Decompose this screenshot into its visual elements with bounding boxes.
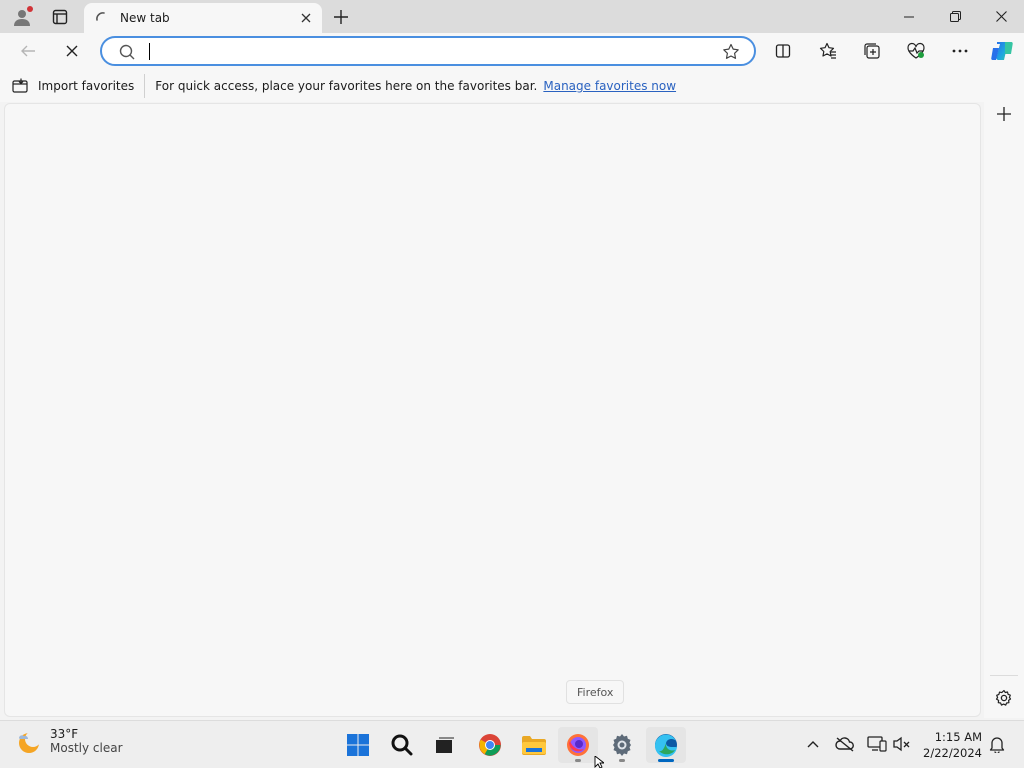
notification-dot [27,6,33,12]
arrow-left-icon [21,45,35,57]
moon-weather-icon [19,731,41,753]
plus-icon [997,107,1011,121]
task-view-icon [436,737,454,753]
more-dots-icon [952,49,968,53]
active-indicator [658,759,674,762]
clock-date: 2/22/2024 [923,746,982,760]
firefox-icon [567,734,589,756]
volume-tray-button[interactable] [890,731,916,757]
search-icon [391,734,413,756]
tab-new-tab[interactable]: New tab [84,3,322,33]
manage-favorites-link[interactable]: Manage favorites now [543,79,676,93]
chevron-up-icon [807,741,819,748]
sidebar-add-button[interactable] [988,100,1020,128]
copilot-button[interactable] [986,35,1018,67]
page-content [4,103,981,717]
back-button[interactable] [12,35,44,67]
profile-button[interactable] [6,0,38,33]
taskbar-edge[interactable] [646,727,686,763]
running-indicator [619,759,625,762]
sidebar-settings-button[interactable] [988,684,1020,712]
start-button[interactable] [338,727,378,763]
taskbar-settings[interactable] [602,727,642,763]
folder-icon [522,736,546,755]
restore-button[interactable] [932,0,978,33]
edge-icon [654,734,677,757]
favorites-button[interactable] [812,35,844,67]
weather-temp: 33°F [50,727,79,741]
minimize-button[interactable] [886,0,932,33]
import-icon [12,78,28,93]
close-icon [66,45,78,57]
address-bar[interactable] [100,36,756,66]
notifications-button[interactable] [984,731,1010,757]
show-hidden-icons-button[interactable] [800,731,826,757]
plus-icon [334,9,348,24]
loading-spinner-icon [94,10,110,26]
taskbar-firefox[interactable] [558,727,598,763]
search-icon [119,44,135,60]
settings-gear-icon [613,734,631,756]
copilot-icon [991,42,1013,60]
tab-title: New tab [120,11,170,25]
title-bar: New tab [0,0,1024,33]
mouse-cursor-icon [594,756,604,768]
network-icon [867,736,887,752]
taskbar-clock[interactable]: 1:15 AM 2/22/2024 [918,729,982,761]
gear-icon [995,689,1012,706]
text-cursor [149,43,150,60]
speaker-muted-icon [893,736,910,752]
more-options-button[interactable] [944,35,976,67]
close-icon [995,11,1007,22]
split-screen-button[interactable] [767,35,799,67]
import-favorites-button[interactable]: Import favorites [12,74,146,98]
network-tray-button[interactable] [864,731,890,757]
favorites-star-icon [819,42,836,59]
collections-icon [864,43,880,59]
new-tab-button[interactable] [326,0,356,33]
running-indicator [575,759,581,762]
collections-button[interactable] [856,35,888,67]
taskbar-chrome[interactable] [470,727,510,763]
taskbar-file-explorer[interactable] [514,727,554,763]
close-icon [301,13,311,23]
tab-close-button[interactable] [294,6,318,30]
weather-widget[interactable]: 33°F Mostly clear [16,727,123,755]
windows-icon [347,734,369,756]
task-view-button[interactable] [425,727,465,763]
tooltip: Firefox [566,680,625,704]
split-screen-icon [775,44,791,58]
minimize-icon [904,16,914,17]
sidebar-divider [990,675,1018,676]
bell-icon [989,737,1005,753]
tab-actions-icon [52,9,68,24]
toolbar [0,33,1024,70]
favorites-bar-message: For quick access, place your favorites h… [155,79,538,93]
performance-button[interactable] [900,35,932,67]
stop-loading-button[interactable] [56,35,88,67]
import-favorites-label: Import favorites [38,79,135,93]
restore-icon [949,11,961,22]
taskbar: 33°F Mostly clear 1:15 AM 2/22/2024 [0,720,1024,768]
tab-actions-button[interactable] [44,0,76,33]
address-input[interactable] [146,41,706,61]
weather-condition: Mostly clear [50,741,123,755]
clock-time: 1:15 AM [934,730,982,744]
cloud-off-icon [835,737,854,752]
favorites-bar: Import favorites For quick access, place… [0,70,984,102]
taskbar-search-button[interactable] [382,727,422,763]
close-window-button[interactable] [978,0,1024,33]
sidebar [984,70,1024,718]
chrome-icon [479,734,501,756]
onedrive-tray-button[interactable] [832,731,858,757]
star-icon[interactable] [722,43,740,61]
heart-pulse-icon [907,42,925,59]
